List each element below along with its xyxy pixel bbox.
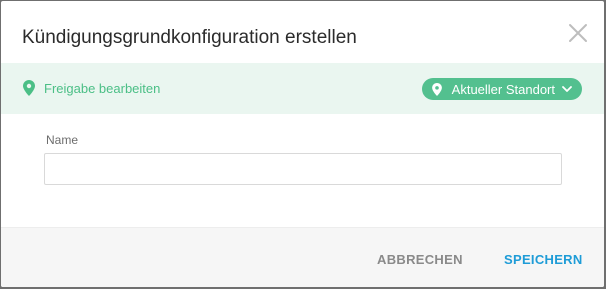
location-dropdown[interactable]: Aktueller Standort (421, 78, 582, 100)
close-icon[interactable] (566, 21, 590, 45)
location-pin-icon (23, 80, 35, 96)
save-button[interactable]: SPEICHERN (504, 252, 583, 267)
dialog-title: Kündigungsgrundkonfiguration erstellen (22, 27, 357, 48)
sharing-banner: Freigabe bearbeiten Aktueller Standort (1, 63, 604, 114)
name-label: Name (46, 133, 79, 147)
chevron-down-icon (562, 85, 572, 92)
dialog-footer: ABBRECHEN SPEICHERN (1, 227, 604, 287)
edit-sharing-link[interactable]: Freigabe bearbeiten (23, 80, 160, 96)
cancel-button[interactable]: ABBRECHEN (377, 252, 463, 267)
location-label: Aktueller Standort (451, 81, 555, 97)
edit-sharing-label: Freigabe bearbeiten (44, 80, 161, 96)
location-pin-icon (431, 82, 442, 96)
create-dialog: Kündigungsgrundkonfiguration erstellen F… (1, 1, 604, 287)
dialog-header: Kündigungsgrundkonfiguration erstellen (1, 1, 604, 63)
name-input[interactable] (44, 153, 562, 185)
